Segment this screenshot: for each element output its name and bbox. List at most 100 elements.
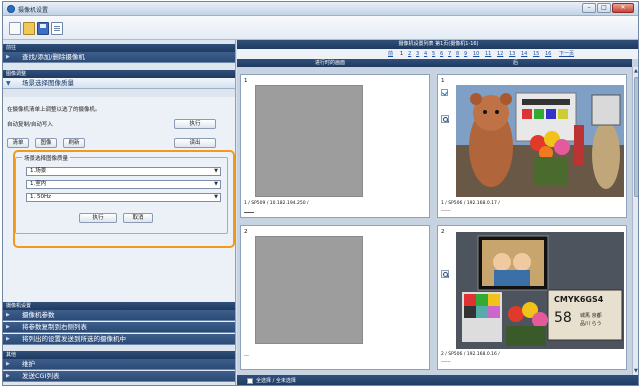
section-header-other: 其他	[3, 351, 235, 359]
minimize-button[interactable]: –	[582, 3, 596, 13]
scene-quality-group: 场景选择图像质量 1.场景 ▼ 1.室内 ▼ 1. 50Hz ▼ 执行 取消	[15, 154, 228, 234]
clear-button[interactable]: 清单	[7, 138, 29, 148]
camera-cell[interactable]: 1 1 / SP509 / 10.182.194.250 /	[240, 74, 430, 218]
camera-cell[interactable]: 2 ---	[240, 225, 430, 370]
cell-caption: 2 / SP506 / 192.168.0.16 /	[441, 352, 500, 357]
nav-find-camera[interactable]: ▶ 查找/添加/删除摄像机	[3, 52, 235, 63]
nav-send-cgi[interactable]: ▶ 发送CGI列表	[3, 371, 235, 382]
window-controls: – □ ✕	[582, 3, 634, 13]
snapshot-scene	[456, 85, 624, 197]
zoom-icon[interactable]	[441, 115, 449, 123]
camera-cell[interactable]: 1 1 / SP506 / 192.168.0.17 / ------	[437, 74, 627, 218]
scroll-down-icon[interactable]: ▼	[634, 368, 638, 374]
camera-grid: 1 1 / SP509 / 10.182.194.250 / 1 1 / SP5…	[237, 67, 632, 375]
frequency-select-value: 1. 50Hz	[30, 194, 52, 200]
execute-button[interactable]: 执行	[79, 213, 117, 223]
section-header-camera: 摄像机设置	[3, 302, 235, 310]
nav-camera-params[interactable]: ▶ 摄像机参数	[3, 310, 235, 321]
column-header-current: 进行时的画面	[315, 60, 346, 66]
nav-find-camera-label: 查找/添加/删除摄像机	[22, 53, 85, 61]
page-16[interactable]: 16	[545, 49, 551, 59]
page-1[interactable]: 1	[400, 49, 403, 59]
page-8[interactable]: 8	[456, 49, 459, 59]
new-file-icon[interactable]	[9, 22, 21, 35]
chevron-down-icon: ▼	[214, 168, 218, 174]
nav-send-settings[interactable]: ▶ 将列出的设置发送到所选的摄像机中	[3, 334, 235, 345]
pager-prev[interactable]: 前	[388, 49, 393, 59]
page-9[interactable]: 9	[464, 49, 467, 59]
auto-copy-label: 自动复制/自动写入	[7, 122, 53, 128]
cell-subcaption: ------	[441, 360, 451, 365]
triangle-right-icon: ▶	[6, 312, 10, 318]
triangle-right-icon: ▶	[6, 54, 10, 60]
zoom-icon[interactable]	[441, 270, 449, 278]
select-all-checkbox[interactable]	[247, 378, 253, 384]
nav-camera-params-label: 摄像机参数	[22, 311, 55, 319]
cell-number: 1	[244, 78, 248, 84]
page-10[interactable]: 10	[473, 49, 479, 59]
nav-copy-params[interactable]: ▶ 将参数复制到右侧列表	[3, 322, 235, 333]
page-11[interactable]: 11	[485, 49, 491, 59]
camera-snapshot: CMYK6GS4 58 城馬 京都 品川 らう	[456, 232, 624, 349]
nav-scene-quality[interactable]: ▼ 场景选择图像质量	[3, 78, 235, 89]
scroll-up-icon[interactable]: ▲	[634, 68, 638, 74]
chevron-down-icon: ▼	[214, 181, 218, 187]
camera-cell[interactable]: 2 CMYK6GS4 58 城馬 京都 品川 らう 2 / SP506 / 19…	[437, 225, 627, 370]
live-preview-empty	[255, 236, 363, 344]
chart-label-2: 品川 らう	[580, 321, 602, 327]
page-13[interactable]: 13	[509, 49, 515, 59]
nav-scene-quality-label: 场景选择图像质量	[22, 79, 74, 87]
pager: 前 1 2 3 4 5 6 7 8 9 10 11 12 13 14 15 16…	[237, 49, 638, 59]
page-2[interactable]: 2	[408, 49, 411, 59]
cancel-button[interactable]: 取消	[123, 213, 153, 223]
document-icon[interactable]	[51, 22, 63, 35]
frequency-select[interactable]: 1. 50Hz ▼	[26, 193, 221, 202]
page-14[interactable]: 14	[521, 49, 527, 59]
sidebar: 前往 ▶ 查找/添加/删除摄像机 图像调整 ▼ 场景选择图像质量 在摄像机清单上…	[3, 40, 236, 385]
image-button[interactable]: 图像	[35, 138, 57, 148]
scroll-thumb[interactable]	[634, 77, 638, 197]
select-checkbox[interactable]	[441, 89, 448, 96]
app-window: 摄像机设置 – □ ✕ 前往 ▶ 查找/添加/删除摄像机 图像调整 ▼ 场景选择…	[2, 1, 639, 386]
page-5[interactable]: 5	[432, 49, 435, 59]
page-7[interactable]: 7	[448, 49, 451, 59]
maximize-button[interactable]: □	[597, 3, 611, 13]
location-select-value: 1.室内	[30, 181, 47, 187]
chart-text: CMYK6GS4	[554, 295, 604, 304]
page-4[interactable]: 4	[424, 49, 427, 59]
scene-select[interactable]: 1.场景 ▼	[26, 167, 221, 176]
page-6[interactable]: 6	[440, 49, 443, 59]
camera-list-panel: 摄像机设置列表 第1页(摄像机1-16) 前 1 2 3 4 5 6 7 8 9…	[237, 40, 638, 385]
triangle-right-icon: ▶	[6, 336, 10, 342]
nav-copy-params-label: 将参数复制到右侧列表	[22, 323, 87, 331]
execute-top-button[interactable]: 执行	[174, 119, 216, 129]
triangle-right-icon: ▶	[6, 324, 10, 330]
list-header: 摄像机设置列表 第1页(摄像机1-16)	[237, 40, 638, 49]
open-folder-icon[interactable]	[23, 22, 35, 35]
location-select[interactable]: 1.室内 ▼	[26, 180, 221, 189]
cell-caption: 1 / SP509 / 10.182.194.250 /	[244, 201, 309, 206]
cell-number: 2	[441, 229, 445, 235]
chart-label-1: 城馬 京都	[580, 313, 602, 319]
app-icon	[7, 5, 15, 13]
cell-separator	[244, 212, 254, 213]
section-header-adjust: 图像调整	[3, 70, 235, 78]
close-button[interactable]: ✕	[612, 3, 634, 13]
refresh-button[interactable]: 刷新	[63, 138, 85, 148]
save-icon[interactable]	[37, 22, 49, 35]
vertical-scrollbar[interactable]: ▲ ▼	[632, 67, 638, 375]
column-headers: 进行时的画面 后	[237, 59, 632, 67]
section-header-goto: 前往	[3, 44, 235, 52]
read-button[interactable]: 读出	[174, 138, 216, 148]
page-15[interactable]: 15	[533, 49, 539, 59]
nav-maintenance[interactable]: ▶ 维护	[3, 359, 235, 370]
page-3[interactable]: 3	[416, 49, 419, 59]
page-12[interactable]: 12	[497, 49, 503, 59]
group-legend: 场景选择图像质量	[22, 154, 71, 162]
pager-next[interactable]: 下一页	[559, 49, 574, 59]
chart-number: 58	[554, 310, 572, 326]
panel-hint: 在摄像机清单上调整以选了的摄像机。	[7, 107, 101, 113]
cell-caption: 1 / SP506 / 192.168.0.17 /	[441, 201, 500, 206]
camera-snapshot	[456, 85, 624, 197]
scene-select-value: 1.场景	[30, 168, 47, 174]
